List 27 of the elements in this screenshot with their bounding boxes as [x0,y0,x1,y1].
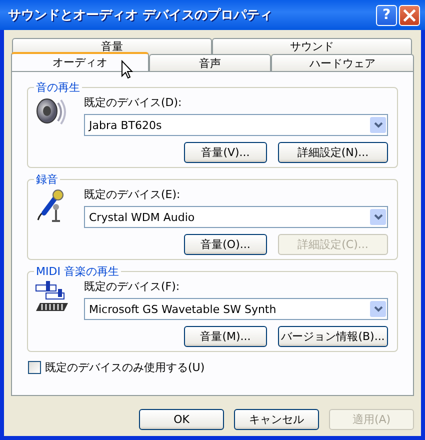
tab[interactable]: サウンド [212,38,412,54]
checkbox-label: 既定のデバイスのみ使用する(U) [45,360,205,375]
close-icon[interactable] [403,8,416,22]
button[interactable]: OK [139,409,224,430]
close-button[interactable] [399,4,420,26]
tab[interactable]: 音声 [149,54,271,71]
button[interactable]: キャンセル [234,409,319,430]
button[interactable]: 音量(M)... [184,326,267,347]
help-button[interactable]: ? [376,4,397,26]
window-title: サウンドとオーディオ デバイスのプロパティ [8,6,274,24]
group-title: MIDI 音楽の再生 [35,264,120,279]
button[interactable]: 詳細設定(N)... [278,142,388,163]
button[interactable]: 音量(V)... [184,142,267,163]
tab[interactable]: オーディオ [11,52,149,71]
button[interactable]: 音量(O)... [184,234,267,255]
field-label: 既定のデバイス(D): [84,95,183,111]
device-dropdown[interactable]: Jabra BT620s [84,114,388,136]
group-title: 音の再生 [35,80,81,95]
device-dropdown[interactable]: Crystal WDM Audio [84,206,388,228]
group-title: 録音 [35,172,59,187]
tab[interactable]: 音量 [12,38,212,54]
checkbox[interactable] [28,361,41,374]
button[interactable]: バージョン情報(B)... [278,326,388,347]
device-dropdown[interactable]: Microsoft GS Wavetable SW Synth [84,298,388,320]
tab[interactable]: ハードウェア [271,54,414,71]
field-label: 既定のデバイス(E): [84,187,182,203]
field-label: 既定のデバイス(F): [84,279,181,295]
